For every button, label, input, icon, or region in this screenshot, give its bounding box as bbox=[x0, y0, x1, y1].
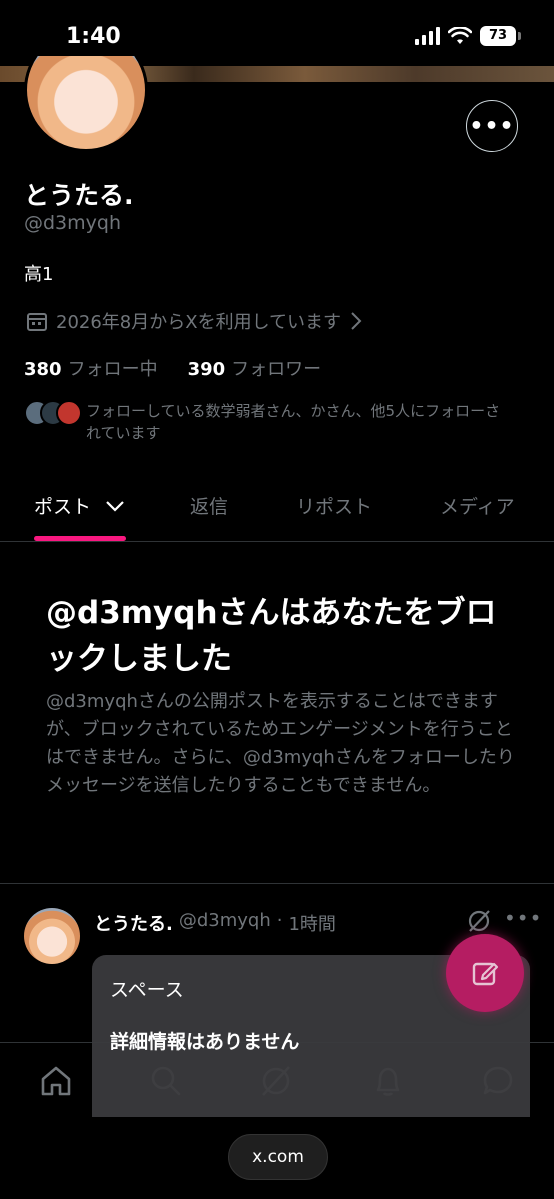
signal-icon bbox=[415, 27, 440, 45]
popover-title: スペース bbox=[110, 979, 184, 1001]
followers-count: 390 bbox=[187, 359, 226, 380]
grok-icon[interactable] bbox=[466, 908, 492, 934]
follow-stats: 380 フォロー中 390 フォロワー bbox=[24, 355, 321, 381]
tab-reposts[interactable]: リポスト bbox=[296, 492, 372, 519]
joined-text: 2026年8月からXを利用しています bbox=[56, 312, 342, 333]
profile-tabs: ポスト 返信 リポスト メディア bbox=[0, 480, 554, 542]
post-dot: · bbox=[276, 910, 283, 931]
compose-icon bbox=[472, 962, 499, 986]
tab-posts[interactable]: ポスト bbox=[34, 492, 125, 519]
divider bbox=[0, 883, 554, 884]
browser-url-pill[interactable]: x.com bbox=[228, 1134, 328, 1180]
home-icon[interactable] bbox=[38, 1063, 74, 1099]
mutuals-text: フォローしている数学弱者さん、かさん、他5人にフォローされています bbox=[86, 402, 501, 442]
profile-name: とうたる. bbox=[24, 181, 134, 210]
profile-avatar[interactable] bbox=[24, 56, 148, 152]
tab-replies[interactable]: 返信 bbox=[190, 492, 228, 519]
battery-icon: 73 bbox=[480, 26, 521, 46]
chevron-down-icon bbox=[106, 501, 124, 512]
active-tab-indicator bbox=[34, 536, 126, 541]
status-icons: 73 bbox=[415, 26, 521, 46]
profile-handle: @d3myqh bbox=[24, 212, 122, 234]
post-avatar[interactable] bbox=[24, 908, 80, 964]
post-more-icon[interactable]: ••• bbox=[504, 906, 542, 930]
followers-link[interactable]: 390 フォロワー bbox=[188, 355, 322, 381]
following-count: 380 bbox=[24, 359, 62, 380]
post-time: 1時間 bbox=[288, 914, 336, 935]
profile-bio: 高1 bbox=[24, 264, 54, 285]
mutual-avatars bbox=[24, 400, 82, 426]
following-link[interactable]: 380 フォロー中 bbox=[24, 355, 158, 381]
blocked-description: @d3myqhさんの公開ポストを表示することはできますが、ブロックされているため… bbox=[46, 691, 515, 796]
joined-date[interactable]: 2026年8月からXを利用しています bbox=[26, 308, 363, 334]
followers-label: フォロワー bbox=[231, 359, 322, 380]
following-label: フォロー中 bbox=[67, 359, 158, 380]
mutual-followers[interactable]: フォローしている数学弱者さん、かさん、他5人にフォローされています bbox=[24, 400, 506, 444]
wifi-icon bbox=[448, 27, 472, 44]
popover-body: 詳細情報はありません bbox=[110, 1031, 300, 1053]
post-author-handle: @d3myqh bbox=[178, 910, 271, 931]
tab-posts-label: ポスト bbox=[34, 496, 92, 518]
profile-more-button[interactable]: ••• bbox=[466, 100, 518, 152]
compose-button[interactable] bbox=[446, 934, 524, 1012]
blocked-title: @d3myqhさんはあなたをブロックしました bbox=[46, 595, 497, 677]
status-time: 1:40 bbox=[66, 24, 121, 49]
post-header: とうたる. @d3myqh · 1時間 bbox=[94, 910, 336, 936]
post-author-name: とうたる. bbox=[94, 914, 173, 935]
tab-media[interactable]: メディア bbox=[440, 492, 515, 519]
chevron-right-icon bbox=[351, 312, 362, 330]
calendar-icon bbox=[27, 313, 47, 331]
